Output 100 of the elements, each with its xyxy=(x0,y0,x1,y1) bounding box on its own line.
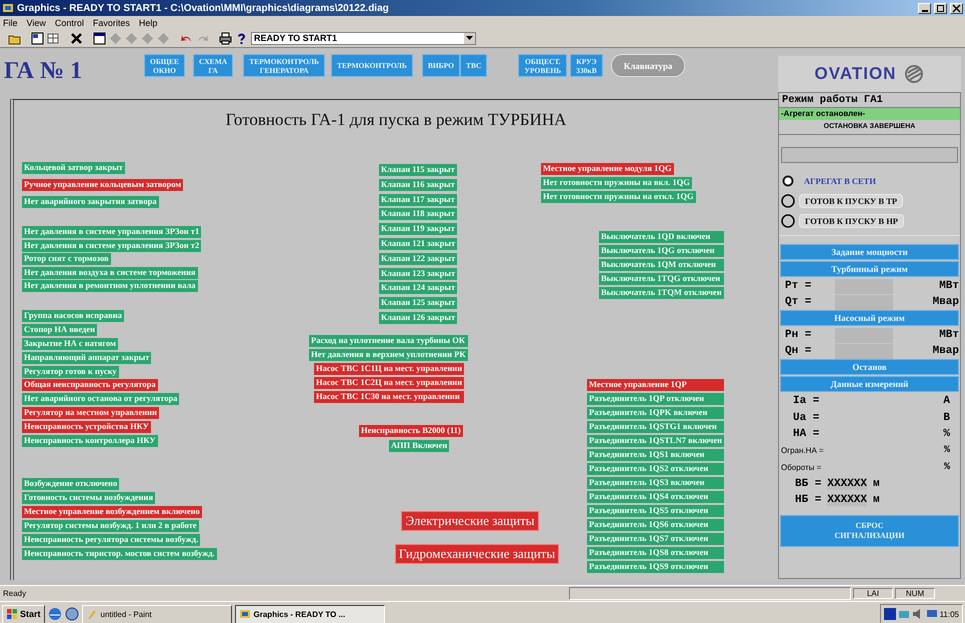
status-text: Ready xyxy=(2,589,28,598)
unit-label: м xyxy=(873,478,880,490)
value-label: Pт = xyxy=(785,280,812,292)
value-label: ВБ = xyxy=(795,478,822,490)
unit-label: % xyxy=(944,445,950,456)
windows-flag-icon xyxy=(6,608,18,620)
taskbar-button[interactable]: Graphics - READY TO ... xyxy=(234,604,385,623)
value-field[interactable] xyxy=(835,344,894,358)
status-indicator: Неисправность В2000 (11) xyxy=(359,425,463,437)
grid-icon[interactable] xyxy=(47,32,60,44)
reset-button[interactable]: СБРОС СИГНАЛИЗАЦИИ xyxy=(780,514,959,546)
status-indicator: Разъединитель 1QS5 отключен xyxy=(587,505,724,517)
menu-item[interactable]: Help xyxy=(138,18,158,28)
start-button[interactable]: Start xyxy=(2,604,45,623)
status-indicator: Клапан 122 закрыт xyxy=(379,252,458,265)
value-field[interactable] xyxy=(835,328,894,342)
layout-icon[interactable] xyxy=(31,32,44,44)
help-icon[interactable] xyxy=(235,32,248,44)
status-indicator: Разъединитель 1QSTG1 включен xyxy=(587,421,724,433)
browser-icon[interactable] xyxy=(48,607,62,621)
value-label: НБ = xyxy=(795,494,822,506)
status-indicator: Ручное управление кольцевым затвором xyxy=(22,179,184,191)
app-icon xyxy=(2,2,14,14)
status-indicator: Разъединитель 1QS4 отключен xyxy=(587,491,724,503)
printer-icon[interactable] xyxy=(219,32,232,44)
status-indicator: Насос ТВС 1С30 на мест. управлении xyxy=(314,391,464,403)
close-button[interactable] xyxy=(950,2,963,14)
paint-icon xyxy=(86,608,98,620)
status-indicator: Насос ТВС 1С2Ц на мест. управлении xyxy=(314,377,464,389)
mode-button[interactable]: Насосный режим xyxy=(780,310,959,326)
status-indicator: Нет готовности пружины на откл. 1QG xyxy=(541,191,696,203)
status-indicator: Разъединитель 1QSTLN7 включен xyxy=(587,435,724,447)
status-indicator: Разъединитель 1QPK включен xyxy=(587,407,724,419)
status-indicator: Разъединитель 1QS1 включен xyxy=(587,449,724,461)
status-indicator: Закрытие НА с натягом xyxy=(22,338,118,350)
menu-item[interactable]: Favorites xyxy=(92,18,130,28)
mode-button[interactable]: Задание мощности xyxy=(780,244,959,260)
status-indicator: Выключатель 1TQG отключен xyxy=(599,273,724,285)
radio-label: АГРЕГАТ В СЕТИ xyxy=(803,175,877,187)
status-indicator: Неисправность тиристор. мостов систем возбужд. xyxy=(22,548,217,560)
status-indicator: Нет давления в системе управления ЗРЗон т2 xyxy=(22,240,202,252)
status-indicator: Нет аварийного останова от регулятора xyxy=(22,393,180,406)
mode-button[interactable]: Турбинный режим xyxy=(780,261,959,277)
diagram-title: Готовность ГА-1 для пуска в режим ТУРБИНА xyxy=(224,110,568,130)
status-indicator: Местное управление 1QP xyxy=(587,379,724,391)
protection-button[interactable]: Электрические защиты xyxy=(401,511,539,531)
menu-item[interactable]: File xyxy=(3,18,18,28)
status-indicator: Клапан 115 закрыт xyxy=(379,164,458,176)
status-indicator: Нет давления в верхнем уплотнении РК xyxy=(309,349,468,361)
status-indicator: Выключатель 1QG отключен xyxy=(599,245,724,257)
delete-icon[interactable] xyxy=(70,32,83,44)
menu-item[interactable]: Control xyxy=(54,18,84,28)
maximize-icon xyxy=(936,4,945,12)
state-dropdown[interactable]: READY TO START1 xyxy=(251,32,476,44)
value-label: Ua = xyxy=(793,412,820,424)
value-field[interactable] xyxy=(835,294,894,310)
menu-item[interactable]: View xyxy=(26,18,46,28)
unit-label: м xyxy=(873,494,880,506)
value-label: Обороты = xyxy=(781,462,822,472)
maximize-button[interactable] xyxy=(934,2,947,14)
radio-button[interactable] xyxy=(781,174,795,188)
status-indicator: Выключатель 1TQM отключен xyxy=(599,287,724,299)
status-indicator: Нет готовности пружины на вкл. 1QG xyxy=(541,177,692,189)
status-indicator: Разъединитель 1QS8 отключен xyxy=(587,547,724,559)
unit-label: В xyxy=(943,412,950,424)
protection-button[interactable]: Гидромеханические защиты xyxy=(395,544,559,564)
keyboard-button[interactable]: Клавиатура xyxy=(610,54,686,77)
logo-text: OVATION xyxy=(814,64,896,84)
window-icon[interactable] xyxy=(93,32,106,44)
radio-button[interactable] xyxy=(781,194,795,208)
globe-icon[interactable] xyxy=(64,607,79,621)
minimize-button[interactable] xyxy=(918,2,931,14)
taskbar-button[interactable]: untitled - Paint xyxy=(82,604,232,623)
status-indicator: Нет давления в ремонтном уплотнении вала xyxy=(22,280,198,292)
status-indicator: Нет давления воздуха в системе торможения xyxy=(22,266,198,279)
status-indicator: Регулятор системы возбужд. 1 или 2 в работе xyxy=(22,520,199,532)
status-indicator: Разъединитель 1QS3 включен xyxy=(587,477,724,489)
minimize-icon xyxy=(922,10,928,12)
value-label: НА = xyxy=(793,428,820,440)
value-text: ХХХХХХ xyxy=(827,478,868,490)
status-indicator: АПП Включен xyxy=(389,440,450,452)
value-label: Огран.НА = xyxy=(781,446,824,456)
status-indicator: Выключатель 1QD включен xyxy=(599,231,724,243)
mode-button[interactable]: Данные измерений xyxy=(780,376,959,392)
status-indicator: Неисправность устройства НКУ xyxy=(22,421,151,434)
value-field[interactable] xyxy=(835,278,894,294)
status-indicator: Разъединитель 1QS2 отключен xyxy=(587,463,724,475)
value-label: Pн = xyxy=(785,329,812,341)
value-text: ХХХХХХ xyxy=(827,494,868,506)
mode-button[interactable]: Останов xyxy=(780,359,959,375)
status-indicator: Разъединитель 1QS9 отключен xyxy=(587,561,724,573)
unit-label: % xyxy=(943,428,950,440)
unit-label: МВт xyxy=(939,329,959,341)
radio-button[interactable] xyxy=(781,214,795,228)
status-indicator: Клапан 121 закрыт xyxy=(379,238,458,250)
status-indicator: Регулятор на местном управлении xyxy=(22,407,159,420)
dropdown-arrow-icon xyxy=(466,36,473,40)
status-indicator: Клапан 116 закрыт xyxy=(379,178,458,191)
status-indicator: Клапан 123 закрыт xyxy=(379,268,458,280)
status-indicator: NUM xyxy=(895,588,935,599)
